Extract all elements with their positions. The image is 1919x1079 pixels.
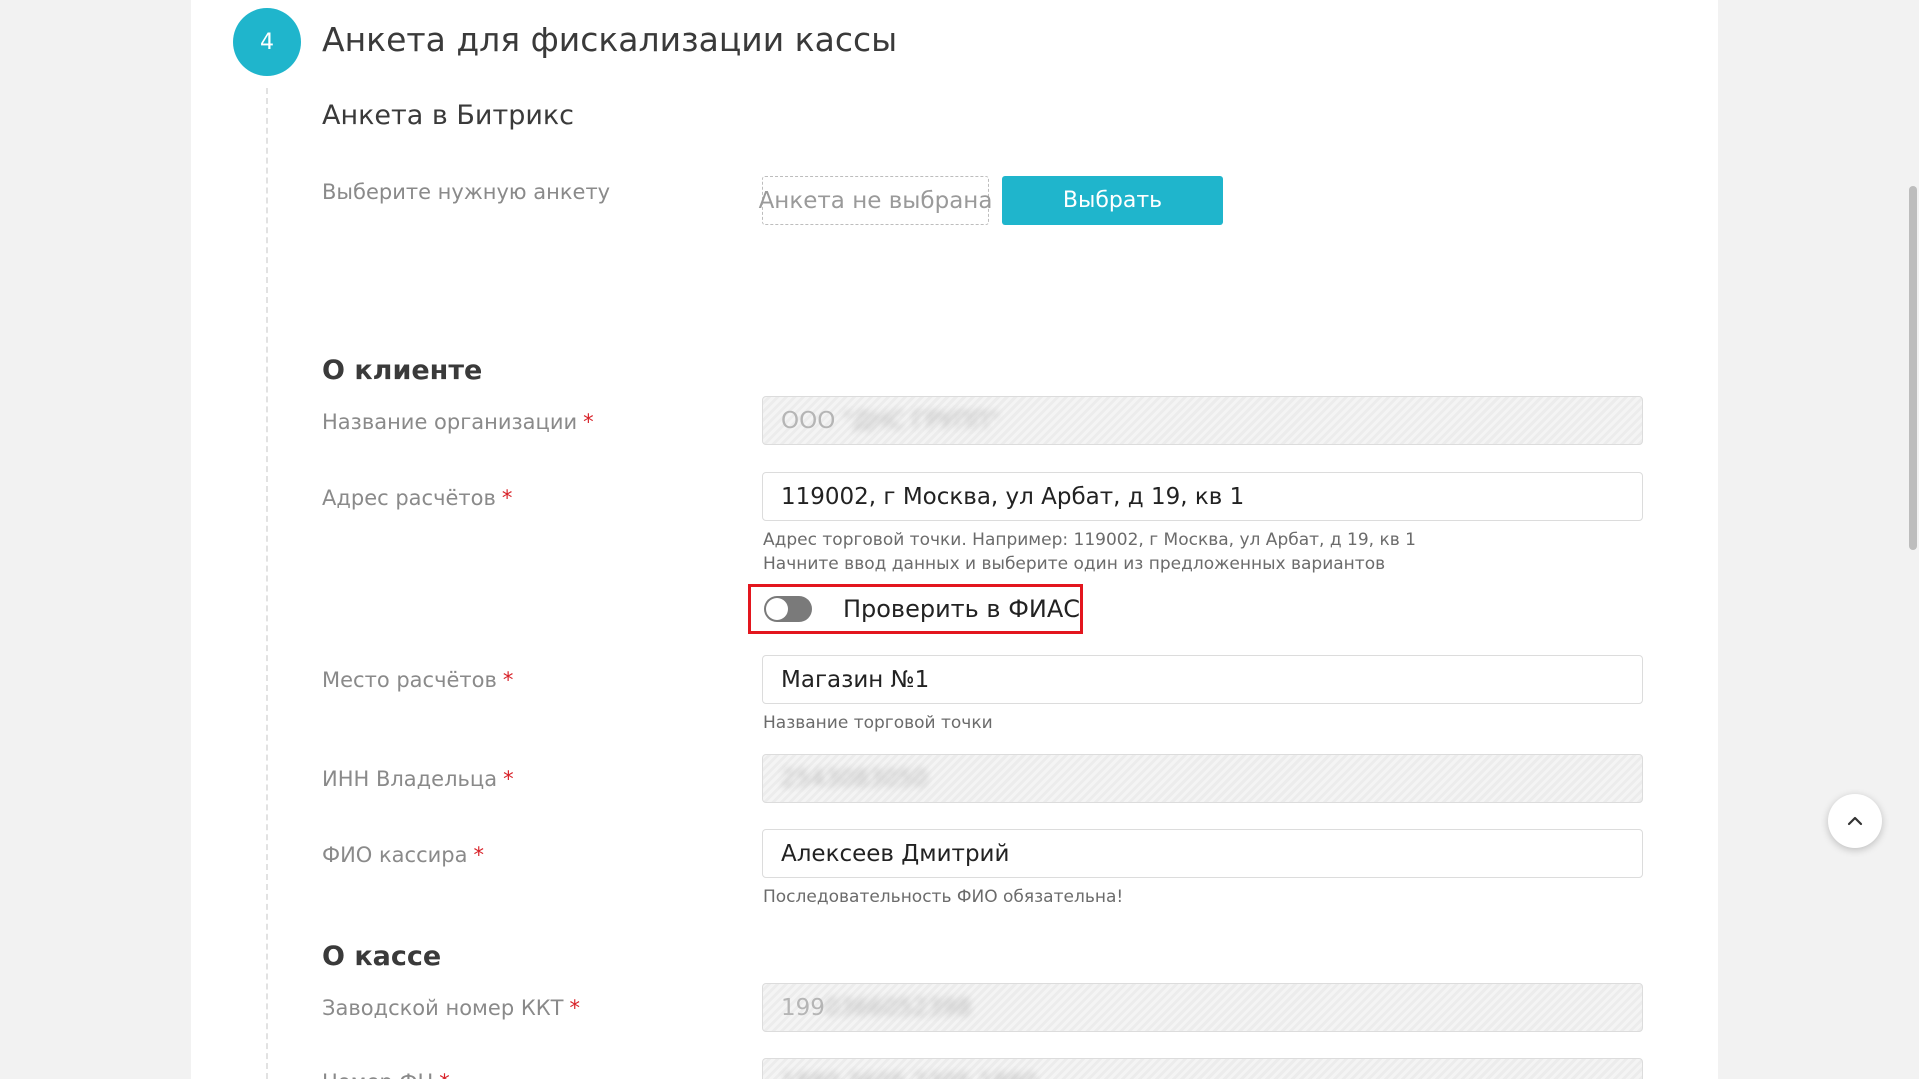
- kassa-section-title: О кассе: [322, 941, 442, 972]
- toggle-knob: [766, 598, 788, 620]
- client-section-title: О клиенте: [322, 355, 483, 386]
- step-number: 4: [260, 29, 274, 55]
- address-label: Адрес расчётов *: [322, 486, 513, 510]
- fias-check-toggle-highlight: Проверить в ФИАС: [748, 584, 1083, 634]
- address-hint-instruction: Начните ввод данных и выберите один из п…: [763, 554, 1386, 574]
- inn-label: ИНН Владельца *: [322, 767, 514, 791]
- inn-field: 2543083050: [762, 754, 1643, 803]
- fias-toggle-label[interactable]: Проверить в ФИАС: [843, 595, 1080, 623]
- address-input[interactable]: 119002, г Москва, ул Арбат, д 19, кв 1: [762, 472, 1643, 521]
- step-number-badge: 4: [233, 8, 301, 76]
- place-label: Место расчётов *: [322, 668, 514, 692]
- fn-field: 1880 3605 2305 1880: [762, 1058, 1643, 1079]
- page-scrollbar[interactable]: [1907, 0, 1919, 1079]
- required-marker: *: [501, 486, 513, 510]
- scrollbar-thumb[interactable]: [1909, 186, 1917, 550]
- scroll-to-top-button[interactable]: [1828, 794, 1882, 848]
- required-marker: *: [583, 410, 594, 434]
- step-divider-line: [266, 88, 268, 1079]
- questionnaire-select-field[interactable]: Анкета не выбрана: [759, 176, 992, 225]
- required-marker: *: [503, 767, 514, 791]
- org-name-label: Название организации *: [322, 410, 594, 434]
- required-marker: *: [439, 1070, 450, 1079]
- cashier-hint: Последовательность ФИО обязательна!: [763, 887, 1124, 907]
- serial-label: Заводской номер ККТ *: [322, 996, 580, 1020]
- fias-toggle-switch[interactable]: [764, 596, 812, 622]
- org-name-field: ООО "ДНС ГРУПП": [762, 396, 1643, 445]
- cashier-label: ФИО кассира *: [322, 843, 484, 867]
- fn-redacted: 1880 3605 2305 1880: [781, 1070, 1037, 1079]
- inn-redacted: 2543083050: [781, 765, 928, 792]
- serial-redacted: 0366052398: [824, 994, 972, 1021]
- required-marker: *: [502, 668, 514, 692]
- required-marker: *: [569, 996, 580, 1020]
- bitrix-subtitle: Анкета в Битрикс: [322, 100, 575, 131]
- choose-button[interactable]: Выбрать: [1002, 176, 1223, 225]
- cashier-input[interactable]: Алексеев Дмитрий: [762, 829, 1643, 878]
- org-name-redacted: "ДНС ГРУПП": [842, 407, 999, 434]
- place-hint: Название торговой точки: [763, 713, 993, 733]
- page-title: Анкета для фискализации кассы: [322, 20, 898, 59]
- required-marker: *: [473, 843, 484, 867]
- place-input[interactable]: Магазин №1: [762, 655, 1643, 704]
- questionnaire-placeholder: Анкета не выбрана: [758, 187, 993, 214]
- chevron-up-icon: [1847, 816, 1863, 826]
- address-hint-example: Адрес торговой точки. Например: 119002, …: [763, 530, 1416, 550]
- fn-label: Номер ФН*: [322, 1070, 450, 1079]
- serial-field: 199 0366052398: [762, 983, 1643, 1032]
- select-questionnaire-label: Выберите нужную анкету: [322, 180, 611, 204]
